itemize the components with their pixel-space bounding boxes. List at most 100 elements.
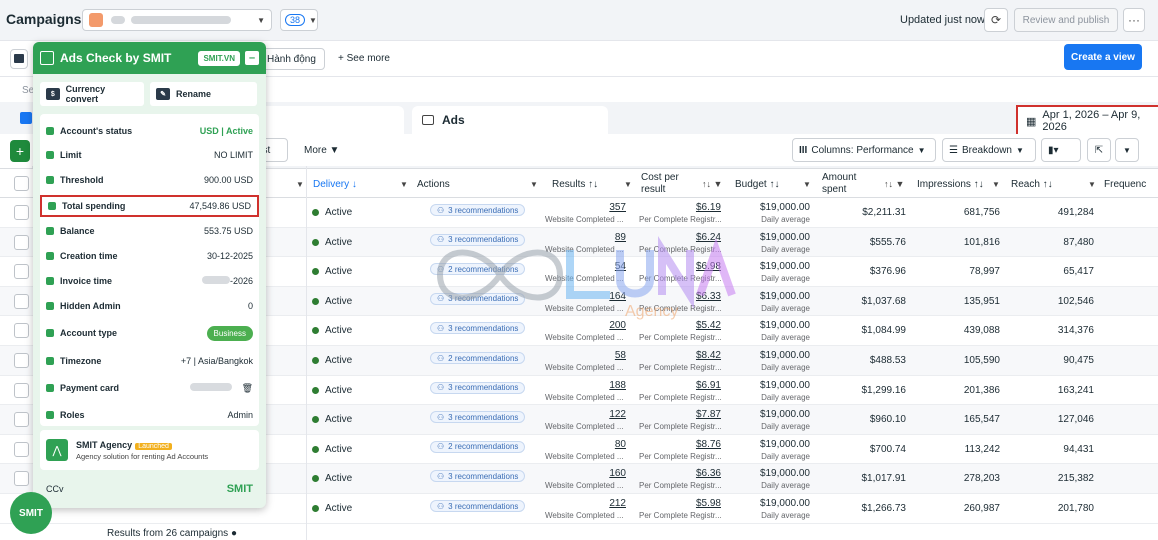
col-amount-spent[interactable]: Amount spent (822, 169, 856, 199)
results-value[interactable]: 357 (540, 202, 626, 213)
review-publish-button[interactable]: Review and publish (1014, 8, 1118, 32)
cost-per-result-value[interactable]: $6.19 (640, 202, 721, 213)
delivery-status: Active (312, 444, 352, 455)
results-value[interactable]: 200 (540, 320, 626, 331)
row-checkbox[interactable] (14, 412, 29, 428)
ccv-label: CCv (46, 484, 64, 494)
recommendations-badge[interactable]: ⚇ 3 recommendations (430, 322, 526, 335)
account-selector[interactable]: ▼ (82, 9, 272, 31)
recommendation-icon: ⚇ (437, 205, 445, 215)
cost-per-result-value[interactable]: $5.42 (640, 320, 721, 331)
smit-agency-card[interactable]: ⋀ SMIT Agency Launched Agency solution fo… (40, 430, 259, 470)
row-checkbox[interactable] (14, 234, 29, 250)
create-button[interactable]: + (10, 140, 30, 162)
budget-type: Daily average (761, 422, 810, 432)
reach-value: 90,475 (1063, 355, 1094, 366)
recommendations-badge[interactable]: ⚇ 2 recommendations (430, 440, 526, 453)
hanh-dong-button[interactable]: Hành động (258, 48, 325, 70)
active-status-dot (312, 386, 319, 394)
date-range-picker[interactable]: ▦ Apr 1, 2026 – Apr 9, 2026 (1016, 105, 1158, 137)
col-reach[interactable]: Reach ↑↓ (1011, 169, 1053, 199)
agency-logo-icon: ⋀ (46, 439, 68, 461)
more-dropdown[interactable]: More ▼ (298, 138, 346, 162)
campaign-count-badge: 38 (285, 14, 306, 26)
recommendation-icon: ⚇ (437, 235, 445, 245)
delivery-status: Active (312, 237, 352, 248)
cost-per-result-value[interactable]: $6.91 (640, 380, 721, 391)
smit-floating-button[interactable]: SMIT (10, 492, 52, 534)
results-type: Website Completed ... (545, 392, 624, 402)
recommendations-badge[interactable]: ⚇ 2 recommendations (430, 263, 526, 276)
results-value[interactable]: 89 (540, 232, 626, 243)
columns-dropdown[interactable]: III Columns: Performance ▼ (792, 138, 936, 162)
row-checkbox[interactable] (14, 441, 29, 457)
see-more-link[interactable]: + See more (338, 53, 390, 64)
cost-per-result-value[interactable]: $7.87 (640, 409, 721, 420)
col-frequency[interactable]: Frequenc (1104, 169, 1146, 199)
results-value[interactable]: 164 (540, 291, 626, 302)
recommendations-badge[interactable]: ⚇ 2 recommendations (430, 352, 526, 364)
row-checkbox[interactable] (14, 353, 29, 368)
cost-per-result-value[interactable]: $5.98 (640, 498, 721, 509)
reach-value: 87,480 (1063, 236, 1094, 248)
col-impressions[interactable]: Impressions ↑↓ (917, 169, 984, 199)
results-value[interactable]: 80 (540, 439, 626, 450)
create-view-button[interactable]: Create a view (1064, 44, 1142, 70)
roles-label-text: Roles (60, 410, 85, 420)
cost-per-result-value[interactable]: $6.36 (640, 468, 721, 479)
account-s-status-icon (46, 127, 54, 135)
cost-per-result-value[interactable]: $8.42 (640, 350, 721, 361)
col-cost-per-result[interactable]: Cost per result (641, 169, 679, 199)
col-budget[interactable]: Budget ↑↓ (735, 169, 779, 199)
tab-ads[interactable]: Ads (412, 106, 608, 134)
export-dropdown[interactable]: ▼ (1115, 138, 1139, 162)
more-options-button[interactable]: ··· (1123, 8, 1145, 32)
breakdown-dropdown[interactable]: ☰ Breakdown ▼ (942, 138, 1036, 162)
results-value[interactable]: 122 (540, 409, 626, 420)
trash-icon[interactable]: 🗑 (242, 383, 253, 393)
results-value[interactable]: 188 (540, 380, 626, 391)
row-checkbox[interactable] (14, 205, 29, 220)
smit-vn-link[interactable]: SMIT.VN (198, 50, 240, 66)
amount-spent-value: $1,266.73 (861, 503, 907, 514)
currency-convert-button[interactable]: $ Currency convert (40, 82, 144, 106)
recommendations-badge[interactable]: ⚇ 3 recommendations (430, 500, 526, 512)
panel-logo-icon (40, 51, 54, 65)
recommendations-badge[interactable]: ⚇ 3 recommendations (430, 470, 526, 483)
recommendations-badge[interactable]: ⚇ 3 recommendations (430, 204, 526, 216)
col-results[interactable]: Results ↑↓ (552, 169, 598, 199)
reports-dropdown[interactable]: ▮▾ (1041, 138, 1081, 162)
export-button[interactable]: ⇱ (1087, 138, 1111, 162)
rename-button[interactable]: ✎ Rename (150, 82, 257, 106)
cost-per-result-value[interactable]: $6.98 (640, 261, 721, 272)
campaign-count-selector[interactable]: 38 ▼ (280, 9, 318, 31)
cost-per-result-value[interactable]: $8.76 (640, 439, 721, 450)
cost-per-result-value[interactable]: $6.33 (640, 291, 721, 302)
columns-icon: III (799, 144, 808, 156)
budget-value: $19,000.00 (759, 350, 810, 361)
results-value[interactable]: 212 (540, 498, 626, 509)
results-value[interactable]: 160 (540, 468, 626, 479)
minimize-button[interactable]: – (245, 51, 259, 65)
row-checkbox[interactable] (14, 471, 29, 487)
row-checkbox[interactable] (14, 264, 29, 280)
recommendations-badge[interactable]: ⚇ 3 recommendations (430, 411, 526, 424)
row-checkbox[interactable] (14, 323, 29, 339)
recommendations-badge[interactable]: ⚇ 3 recommendations (430, 381, 526, 394)
cost-per-result-value[interactable]: $6.24 (640, 232, 721, 243)
col-actions[interactable]: Actions (417, 169, 450, 199)
recommendations-badge[interactable]: ⚇ 3 recommendations (430, 292, 526, 305)
results-value[interactable]: 58 (540, 350, 626, 361)
delivery-text: Active (325, 236, 353, 248)
row-checkbox[interactable] (14, 382, 29, 398)
impressions-value: 439,088 (963, 325, 1000, 337)
recommendations-badge[interactable]: ⚇ 3 recommendations (430, 233, 526, 246)
delivery-status: Active (312, 296, 352, 307)
col-delivery[interactable]: Delivery ↓ (313, 169, 357, 199)
row-checkbox[interactable] (14, 293, 29, 309)
select-all-checkbox[interactable] (14, 176, 29, 191)
results-value[interactable]: 54 (540, 261, 626, 272)
folder-button[interactable] (10, 49, 28, 69)
impressions-value: 78,997 (969, 266, 1000, 278)
refresh-button[interactable]: ⟳ (984, 8, 1008, 32)
